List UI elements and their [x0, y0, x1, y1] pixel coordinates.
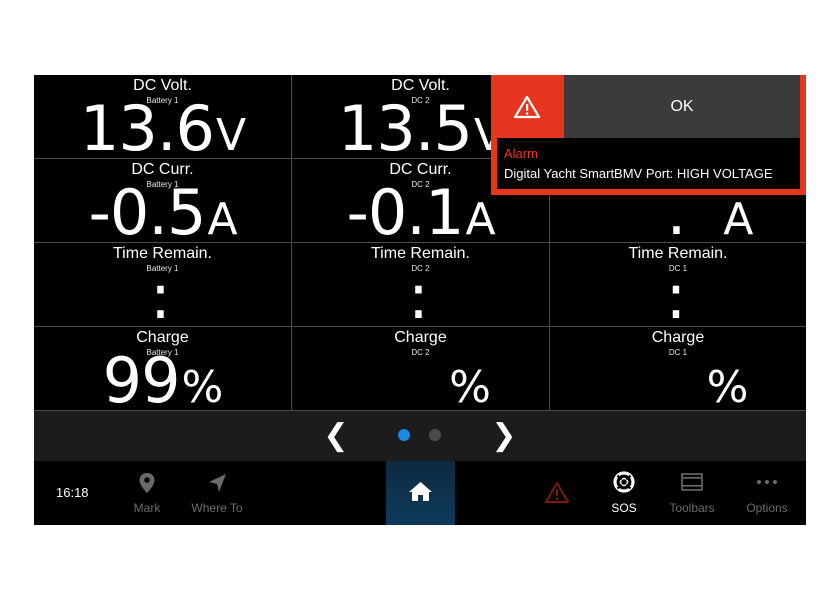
lifebuoy-icon — [604, 471, 644, 495]
toolbar-panel-icon — [662, 471, 722, 495]
warning-icon — [539, 481, 575, 505]
alarm-heading: Alarm — [504, 146, 538, 161]
alarm-message: Digital Yacht SmartBMV Port: HIGH VOLTAG… — [504, 166, 773, 181]
page-indicator-dot-active[interactable] — [398, 429, 410, 441]
cell-value: __:__ — [84, 260, 239, 327]
cell-value: 13.6V — [79, 92, 246, 159]
mark-button[interactable]: Mark — [124, 461, 170, 525]
cell-value: ___% — [605, 344, 751, 411]
toolbars-button[interactable]: Toolbars — [662, 461, 722, 525]
charge-battery1-cell[interactable]: Charge Battery 1 99% — [34, 327, 291, 410]
charge-dc1-cell[interactable]: Charge DC 1 ___% — [550, 327, 806, 410]
cell-value: __:__ — [342, 260, 497, 327]
time-remain-dc1-cell[interactable]: Time Remain. DC 1 __:__ — [550, 243, 806, 326]
where-to-label: Where To — [191, 501, 243, 515]
toolbars-label: Toolbars — [669, 501, 715, 515]
charge-dc2-cell[interactable]: Charge DC 2 ___% — [292, 327, 549, 410]
display-screen: DC Volt. Battery 1 13.6V DC Volt. DC 2 1… — [34, 75, 806, 525]
home-icon — [386, 479, 455, 503]
warning-icon — [512, 95, 542, 123]
options-label: Options — [746, 501, 788, 515]
time-remain-battery1-cell[interactable]: Time Remain. Battery 1 __:__ — [34, 243, 291, 326]
prev-page-button[interactable]: ❮ — [321, 417, 351, 455]
sos-label: SOS — [611, 501, 637, 515]
sos-button[interactable]: SOS — [604, 461, 644, 525]
alarm-warning-area — [491, 75, 564, 138]
alarm-indicator-button[interactable] — [539, 461, 575, 525]
page-indicator-dot[interactable] — [429, 429, 441, 441]
cell-value: __:__ — [599, 260, 755, 327]
where-to-button[interactable]: Where To — [184, 461, 250, 525]
bottom-toolbar: 16:18 Mark Where To SOS Toolbars Options — [34, 461, 806, 525]
alarm-popup: OK Alarm Digital Yacht SmartBMV Port: HI… — [491, 75, 806, 195]
alarm-body: Alarm Digital Yacht SmartBMV Port: HIGH … — [497, 138, 800, 189]
navigate-arrow-icon — [184, 471, 250, 495]
cell-value: 99% — [102, 344, 224, 411]
home-button[interactable] — [386, 461, 455, 525]
options-button[interactable]: Options — [739, 461, 795, 525]
dc-curr-battery1-cell[interactable]: DC Curr. Battery 1 -0.5A — [34, 159, 291, 242]
next-page-button[interactable]: ❯ — [489, 417, 519, 455]
cell-value: -0.5A — [88, 176, 237, 243]
more-dots-icon — [739, 471, 795, 495]
map-pin-icon — [124, 471, 170, 495]
time-remain-dc2-cell[interactable]: Time Remain. DC 2 __:__ — [292, 243, 549, 326]
clock-time: 16:18 — [56, 485, 89, 500]
cell-value: ___% — [348, 344, 493, 411]
page-navigation-bar: ❮ ❯ — [34, 411, 806, 461]
alarm-ok-button[interactable]: OK — [564, 75, 800, 138]
dc-volt-battery1-cell[interactable]: DC Volt. Battery 1 13.6V — [34, 75, 291, 158]
mark-label: Mark — [133, 501, 161, 515]
